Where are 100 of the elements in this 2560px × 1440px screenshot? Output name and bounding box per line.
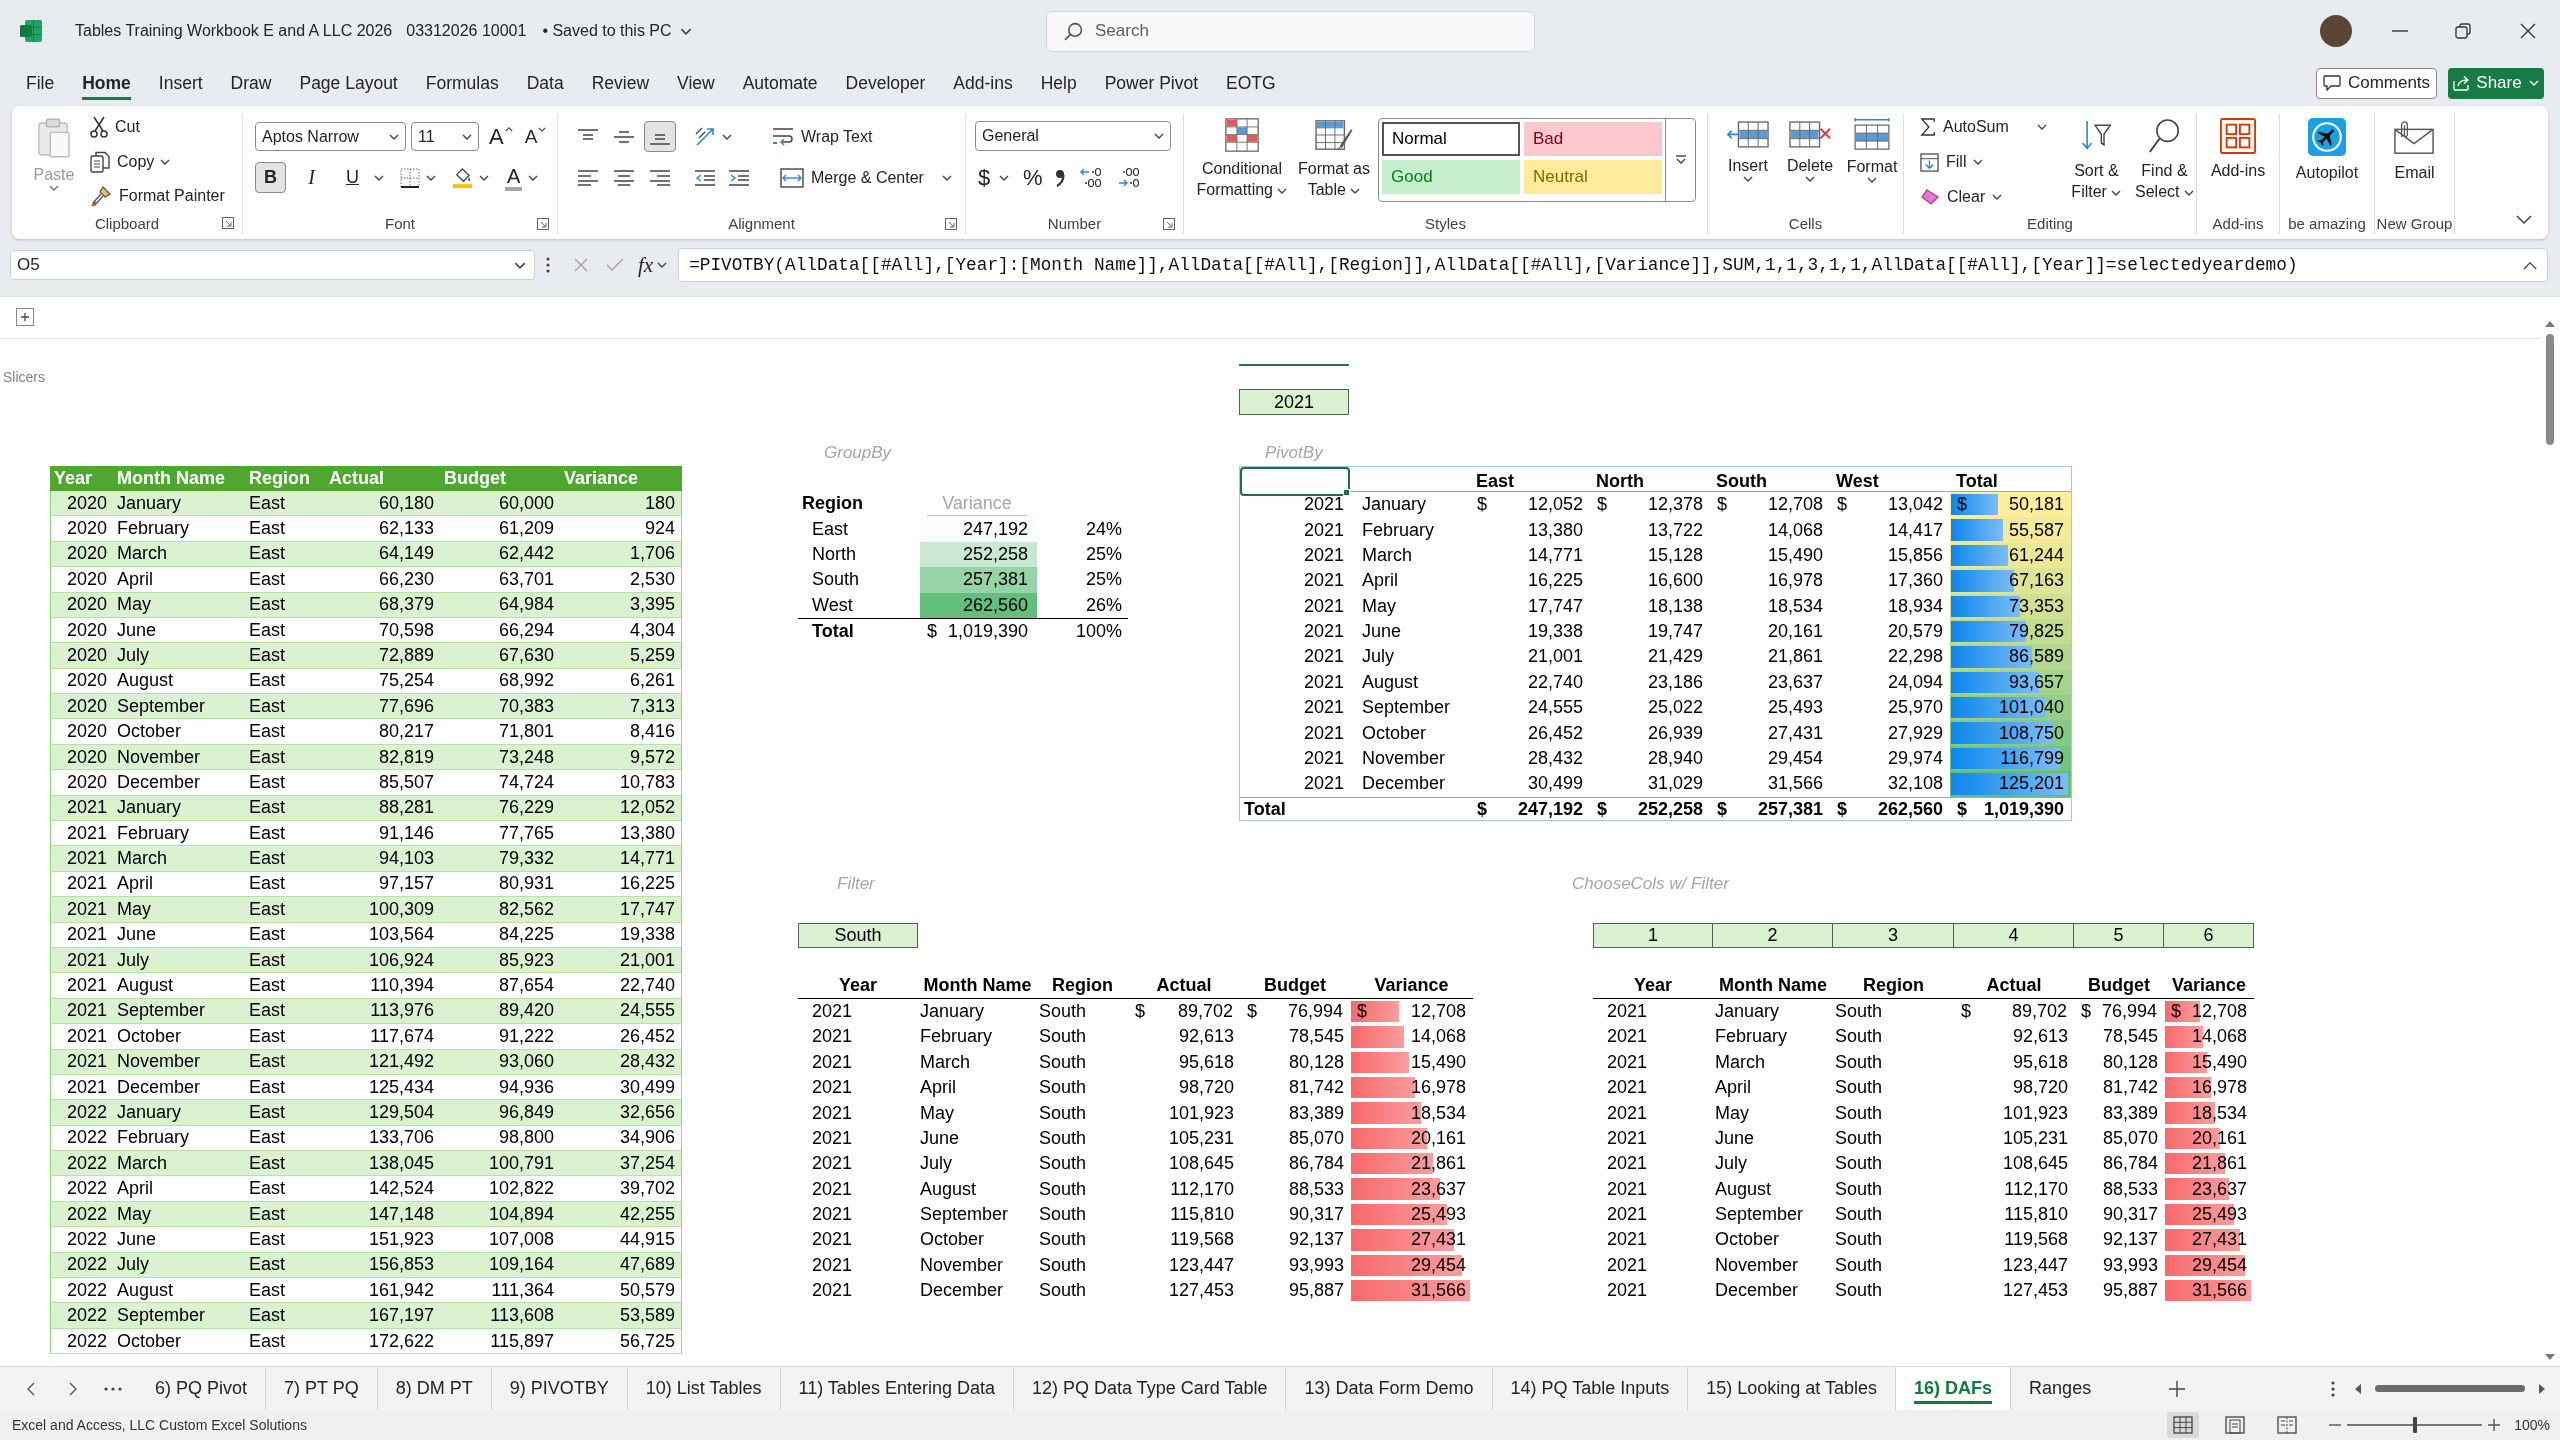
- dialog-launcher-icon[interactable]: [537, 217, 549, 230]
- share-button[interactable]: Share: [2448, 67, 2544, 99]
- font-name-dropdown[interactable]: Aptos Narrow: [255, 122, 406, 151]
- menu-tab[interactable]: Data: [526, 66, 564, 100]
- comments-button[interactable]: Comments: [2316, 67, 2437, 99]
- orientation-icon[interactable]: [694, 125, 716, 148]
- name-box[interactable]: O5: [10, 250, 535, 280]
- add-sheet-icon[interactable]: [2169, 1380, 2186, 1397]
- more-horizontal-icon[interactable]: [104, 1386, 122, 1391]
- menu-tab[interactable]: Formulas: [425, 66, 499, 100]
- comma-style-icon[interactable]: [1055, 168, 1065, 187]
- format-as-table-button[interactable]: Format as Table: [1296, 114, 1372, 212]
- find-select-button[interactable]: Find & Select: [2132, 114, 2196, 212]
- caret-icon[interactable]: [479, 174, 489, 181]
- increase-decimal-icon[interactable]: [1079, 167, 1103, 188]
- chevron-left-icon[interactable]: [27, 1381, 35, 1396]
- cell-style-option[interactable]: Bad: [1524, 122, 1662, 156]
- autopilot-button[interactable]: Autopilot: [2295, 114, 2359, 212]
- formula-field[interactable]: =PIVOTBY(AllData[[#All],[Year]:[Month Name]],AllData[[#All],[Region]],AllData[[#All],[Variance]],SUM,1,1,3,1,1,AllData[[#All],[Year]]=selectedyeardemo): [678, 248, 2548, 282]
- caret-icon[interactable]: [2036, 124, 2047, 130]
- chevron-right-icon[interactable]: [69, 1381, 77, 1396]
- menu-tab[interactable]: Insert: [158, 66, 203, 100]
- caret-icon[interactable]: [426, 174, 436, 181]
- decrease-indent-icon[interactable]: [694, 169, 716, 186]
- menu-tab[interactable]: Draw: [230, 66, 272, 100]
- cell-style-option[interactable]: Neutral: [1524, 160, 1662, 194]
- avatar-icon[interactable]: [2320, 15, 2352, 47]
- format-button[interactable]: Format: [1846, 114, 1898, 212]
- save-status[interactable]: • Saved to this PC: [542, 22, 672, 40]
- menu-tab[interactable]: Automate: [742, 66, 818, 100]
- currency-format-button[interactable]: $: [975, 164, 993, 191]
- fill-button[interactable]: Fill: [1920, 146, 1984, 178]
- normal-view-button[interactable]: [2167, 1412, 2200, 1438]
- active-cell[interactable]: [1240, 466, 1350, 496]
- clear-button[interactable]: Clear: [1920, 181, 2003, 213]
- checkmark-icon[interactable]: [606, 258, 624, 272]
- shrink-font-button[interactable]: A: [524, 124, 547, 149]
- increase-indent-icon[interactable]: [728, 169, 750, 186]
- percent-format-button[interactable]: %: [1023, 164, 1041, 191]
- conditional-formatting-button[interactable]: Conditional Formatting: [1188, 114, 1296, 212]
- caret-icon[interactable]: [722, 133, 732, 140]
- sheet-tab[interactable]: 6) PQ Pivot: [137, 1367, 266, 1410]
- cut-button[interactable]: Cut: [90, 111, 225, 143]
- underline-button[interactable]: U: [337, 162, 368, 193]
- zoom-level[interactable]: 100%: [2514, 1417, 2550, 1433]
- menu-tab[interactable]: Help: [1040, 66, 1077, 100]
- more-styles-icon[interactable]: [1674, 155, 1687, 165]
- menu-tab[interactable]: Power Pivot: [1104, 66, 1199, 100]
- italic-button[interactable]: I: [296, 162, 327, 193]
- sheet-tab[interactable]: 16) DAFs: [1895, 1367, 2011, 1410]
- caret-icon[interactable]: [160, 158, 171, 165]
- more-vertical-icon[interactable]: [546, 257, 550, 273]
- cell-style-option[interactable]: Normal: [1382, 122, 1520, 156]
- close-icon[interactable]: [2520, 23, 2536, 39]
- menu-tab[interactable]: Home: [82, 66, 131, 100]
- format-painter-button[interactable]: Format Painter: [90, 180, 225, 212]
- delete-button[interactable]: Delete: [1784, 114, 1836, 212]
- caret-icon[interactable]: [941, 174, 952, 181]
- chevron-down-icon[interactable]: [2516, 215, 2532, 225]
- insert-function-button[interactable]: fx: [638, 252, 654, 278]
- menu-tab[interactable]: Developer: [845, 66, 926, 100]
- decrease-decimal-icon[interactable]: [1117, 167, 1141, 188]
- number-format-dropdown[interactable]: General: [975, 121, 1171, 151]
- add-ins-button[interactable]: Add-ins: [2210, 114, 2266, 212]
- dialog-launcher-icon[interactable]: [945, 217, 957, 230]
- chevron-up-icon[interactable]: [2523, 260, 2537, 270]
- menu-tab[interactable]: Review: [591, 66, 650, 100]
- restore-icon[interactable]: [2455, 23, 2471, 39]
- merge-center-button[interactable]: Merge & Center: [780, 161, 924, 194]
- grow-font-button[interactable]: A: [489, 124, 513, 149]
- caret-icon[interactable]: [374, 174, 384, 181]
- menu-tab[interactable]: View: [677, 66, 715, 100]
- chevron-down-icon[interactable]: [679, 27, 692, 35]
- caret-icon[interactable]: [528, 174, 539, 181]
- align-left-icon[interactable]: [577, 169, 599, 186]
- input-field[interactable]: South: [798, 922, 918, 948]
- dialog-launcher-icon[interactable]: [222, 217, 234, 229]
- caret-icon[interactable]: [999, 174, 1009, 181]
- slider-thumb[interactable]: [2412, 1417, 2417, 1433]
- cell-style-option[interactable]: Good: [1382, 160, 1520, 194]
- menu-tab[interactable]: EOTG: [1226, 66, 1276, 100]
- arrow-up-icon[interactable]: [2545, 321, 2555, 327]
- align-center-icon[interactable]: [613, 169, 635, 186]
- wrap-text-button[interactable]: Wrap Text: [772, 120, 873, 153]
- email-button[interactable]: Email: [2394, 114, 2435, 212]
- borders-icon[interactable]: [400, 167, 420, 188]
- sort-filter-button[interactable]: Sort & Filter: [2067, 114, 2125, 212]
- search-field[interactable]: Search: [1046, 10, 1535, 52]
- copy-button[interactable]: Copy: [90, 145, 155, 178]
- font-color-button[interactable]: A: [505, 164, 523, 191]
- dialog-launcher-icon[interactable]: [1163, 217, 1175, 230]
- expand-icon[interactable]: [16, 308, 34, 327]
- arrow-down-icon[interactable]: [2545, 1354, 2555, 1360]
- input-field[interactable]: 2021: [1239, 389, 1349, 415]
- paint-bucket-icon[interactable]: [452, 166, 473, 189]
- scrollbar-thumb[interactable]: [2375, 1385, 2525, 1392]
- caret-icon[interactable]: [657, 262, 668, 268]
- insert-button[interactable]: Insert: [1722, 114, 1774, 212]
- align-right-icon[interactable]: [649, 169, 671, 186]
- align-bottom-button[interactable]: [644, 121, 676, 152]
